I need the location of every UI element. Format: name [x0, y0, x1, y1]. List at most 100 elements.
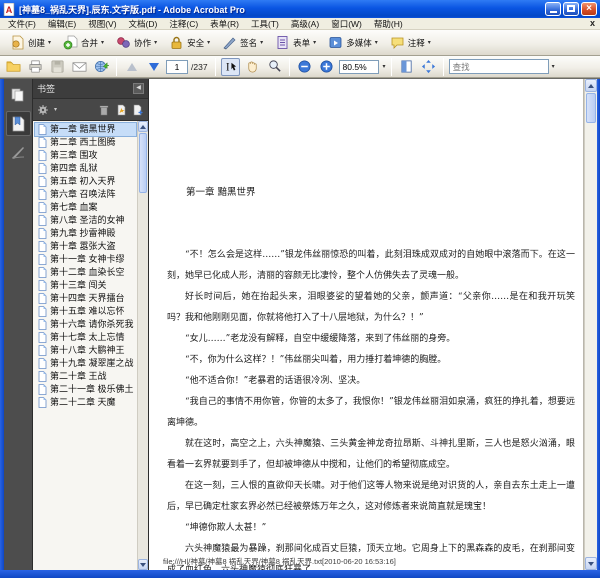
minimize-button[interactable]	[545, 2, 561, 16]
bookmark-item[interactable]: 第二十二章 天魔	[35, 396, 136, 409]
bookmark-item[interactable]: 第十章 嚣张大盗	[35, 240, 136, 253]
bookmark-page-icon	[38, 280, 47, 291]
bookmark-item[interactable]: 第九章 抄雷神殿	[35, 227, 136, 240]
paragraph: “女儿……”老龙没有解释，自空中缓缓降落，来到了伟丝丽的身旁。	[185, 334, 456, 344]
options-gear-icon[interactable]	[37, 104, 49, 116]
forms-button[interactable]: 表单 ▾	[271, 33, 320, 52]
menu-forms[interactable]: 表单(R)	[204, 18, 245, 30]
bookmark-item[interactable]: 第十六章 请你杀死我	[35, 318, 136, 331]
zoom-dropdown-icon[interactable]: ▾	[383, 63, 386, 70]
scroll-up-icon[interactable]	[138, 121, 148, 132]
next-page-button[interactable]	[144, 58, 163, 76]
collaborate-button[interactable]: 协作 ▾	[112, 33, 161, 52]
hand-tool-button[interactable]	[243, 58, 262, 76]
bookmark-item[interactable]: 第十九章 凝翠崖之战	[35, 357, 136, 370]
find-dropdown-icon[interactable]: ▾	[552, 63, 555, 70]
scroll-down-icon[interactable]	[138, 559, 148, 570]
menu-tools[interactable]: 工具(T)	[245, 18, 285, 30]
sign-button[interactable]: 签名 ▾	[218, 33, 267, 52]
bookmark-item[interactable]: 第三章 围攻	[35, 149, 136, 162]
bookmark-item[interactable]: 第十五章 难以忘怀	[35, 305, 136, 318]
close-button[interactable]: ×	[581, 2, 597, 16]
bookmarks-panel-tab[interactable]	[5, 111, 31, 136]
print-button[interactable]	[26, 58, 45, 76]
bookmark-item[interactable]: 第十七章 太上忘情	[35, 331, 136, 344]
menu-file[interactable]: 文件(F)	[2, 18, 42, 30]
panel-collapse-button[interactable]: ◀	[133, 83, 144, 94]
create-button[interactable]: 创建 ▾	[6, 33, 55, 52]
share-button[interactable]	[92, 58, 111, 76]
bookmarks-scrollbar[interactable]	[137, 121, 148, 570]
bookmark-item[interactable]: 第十二章 血染长空	[35, 266, 136, 279]
chevron-down-icon[interactable]: ▾	[54, 106, 57, 113]
folder-icon	[6, 61, 21, 72]
zoom-out-icon	[298, 60, 311, 73]
scroll-track[interactable]	[138, 132, 148, 559]
paragraph: “我自己的事情不用你管，你管的太多了，我恨你！”银龙伟丝丽泪如泉涌，疯狂的挣扎着…	[167, 397, 575, 428]
chevron-down-icon: ▾	[154, 40, 158, 46]
open-button[interactable]	[4, 58, 23, 76]
document-page[interactable]: 第一章 黯黑世界 “不！怎么会是这样……”银龙伟丝丽惊恐的叫着，此刻泪珠成双成对…	[149, 79, 584, 570]
pages-panel-tab[interactable]	[6, 82, 31, 107]
delete-bookmark-trash-icon[interactable]	[98, 104, 110, 116]
menu-document[interactable]: 文档(D)	[123, 18, 164, 30]
previous-page-button[interactable]	[122, 58, 141, 76]
bookmark-item[interactable]: 第十四章 天界擂台	[35, 292, 136, 305]
maximize-button[interactable]	[563, 2, 579, 16]
scroll-thumb[interactable]	[586, 93, 596, 123]
bookmark-item[interactable]: 第五章 初入天界	[35, 175, 136, 188]
bookmark-page-icon	[38, 124, 47, 135]
bookmark-item[interactable]: 第十八章 大鹏神王	[35, 344, 136, 357]
email-button[interactable]	[70, 58, 89, 76]
menubar-close-icon[interactable]: x	[590, 18, 595, 28]
chevron-down-icon: ▾	[48, 40, 52, 46]
find-input[interactable]	[448, 59, 549, 74]
select-tool-button[interactable]: I	[220, 57, 240, 76]
menu-advanced[interactable]: 高级(A)	[285, 18, 325, 30]
scrolling-mode-button[interactable]	[397, 58, 416, 76]
fullscreen-button[interactable]	[419, 58, 438, 76]
scroll-track[interactable]	[585, 92, 597, 557]
secure-button[interactable]: 安全 ▾	[165, 33, 214, 52]
menu-window[interactable]: 窗口(W)	[325, 18, 368, 30]
zoom-in-button[interactable]	[317, 58, 336, 76]
bookmark-item[interactable]: 第二章 西土图腾	[35, 136, 136, 149]
titlebar[interactable]: A [神墓8_祸乱天界].辰东.文字版.pdf - Adobe Acrobat …	[0, 0, 600, 18]
bookmark-item[interactable]: 第八章 圣洁的女神	[35, 214, 136, 227]
svg-text:A: A	[6, 5, 13, 15]
bookmark-item[interactable]: 第二十章 王战	[35, 370, 136, 383]
menu-view[interactable]: 视图(V)	[82, 18, 122, 30]
bookmark-item[interactable]: 第一章 黯黑世界	[34, 122, 137, 137]
toolbar-separator	[214, 57, 216, 76]
menu-help[interactable]: 帮助(H)	[368, 18, 409, 30]
bookmark-page-icon	[38, 345, 47, 356]
scroll-up-icon[interactable]	[585, 79, 597, 92]
marquee-zoom-button[interactable]	[265, 58, 284, 76]
save-floppy-icon	[51, 60, 64, 73]
scroll-down-icon[interactable]	[585, 557, 597, 570]
combine-button[interactable]: 合并 ▾	[59, 33, 108, 52]
page-number-input[interactable]	[166, 59, 188, 74]
scroll-thumb[interactable]	[139, 133, 147, 193]
acrobat-window: A [神墓8_祸乱天界].辰东.文字版.pdf - Adobe Acrobat …	[0, 0, 600, 578]
bookmark-item[interactable]: 第六章 召唤法阵	[35, 188, 136, 201]
comment-button[interactable]: 注释 ▾	[386, 33, 435, 52]
new-bookmark-icon[interactable]	[132, 104, 144, 116]
task-toolbar: 创建 ▾ 合并 ▾ 协作 ▾ 安全 ▾ 签名 ▾ 表单 ▾ 多媒体 ▾ 注释 ▾	[0, 30, 600, 56]
document-scrollbar[interactable]	[584, 79, 597, 570]
bookmark-item[interactable]: 第二十一章 极乐佛土	[35, 383, 136, 396]
menu-edit[interactable]: 编辑(E)	[42, 18, 82, 30]
zoom-level-box[interactable]: 80.5%	[338, 59, 379, 74]
bookmark-item[interactable]: 第十一章 女神卡缪	[35, 253, 136, 266]
highlight-bookmark-icon[interactable]	[115, 104, 127, 116]
bookmark-page-icon	[38, 176, 47, 187]
multimedia-button[interactable]: 多媒体 ▾	[324, 33, 382, 52]
page-count-label: /237	[191, 61, 208, 72]
bookmark-item[interactable]: 第四章 乱狱	[35, 162, 136, 175]
menu-comments[interactable]: 注释(C)	[163, 18, 204, 30]
signatures-panel-tab[interactable]	[6, 140, 31, 165]
save-button[interactable]	[48, 58, 67, 76]
bookmark-item[interactable]: 第十三章 闯关	[35, 279, 136, 292]
zoom-out-button[interactable]	[295, 58, 314, 76]
bookmark-item[interactable]: 第七章 血案	[35, 201, 136, 214]
